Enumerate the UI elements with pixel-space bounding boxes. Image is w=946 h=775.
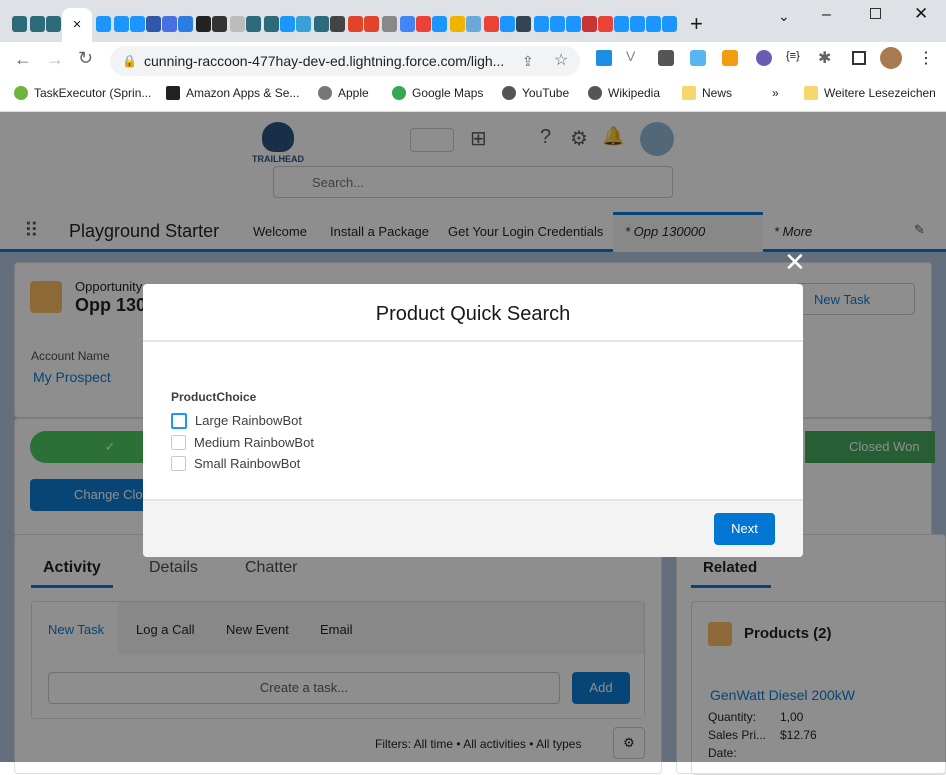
menu-icon[interactable]: ⋮	[918, 48, 934, 68]
bookmark-item[interactable]: YouTube	[502, 86, 569, 100]
close-tab-icon[interactable]: ×	[73, 16, 82, 33]
side-panel-icon[interactable]	[852, 51, 866, 65]
active-tab[interactable]: ×	[62, 8, 92, 42]
lock-icon: 🔒	[122, 54, 137, 68]
extension-icon[interactable]	[690, 50, 706, 66]
url-text: cunning-raccoon-477hay-dev-ed.lightning.…	[144, 53, 505, 69]
bookmark-item[interactable]: Amazon Apps & Se...	[166, 86, 299, 100]
maximize-icon[interactable]	[870, 8, 881, 19]
share-icon[interactable]: ⇪	[522, 46, 534, 76]
option-small-rainbowbot[interactable]: Small RainbowBot	[171, 453, 803, 475]
minimize-icon[interactable]: –	[822, 6, 831, 24]
extension-icon[interactable]	[658, 50, 674, 66]
bookmarks-more[interactable]: »	[772, 86, 779, 100]
bookmark-item[interactable]: Google Maps	[392, 86, 483, 100]
checkbox[interactable]	[171, 412, 187, 429]
extension-icon[interactable]	[722, 50, 738, 66]
modal-body: ProductChoice Large RainbowBot Medium Ra…	[143, 342, 803, 499]
checkbox[interactable]	[171, 434, 186, 450]
profile-avatar[interactable]	[880, 47, 902, 69]
json-extension-icon[interactable]: {≡}	[786, 50, 800, 62]
new-tab-button[interactable]: +	[690, 11, 703, 37]
modal-header: Product Quick Search	[143, 284, 803, 342]
extension-icon[interactable]	[756, 50, 772, 66]
bookmark-folder[interactable]: News	[682, 86, 732, 100]
tab-favicon[interactable]	[46, 16, 61, 32]
tab-favicon[interactable]	[30, 16, 45, 32]
next-button[interactable]: Next	[714, 513, 775, 545]
forward-icon[interactable]: →	[46, 49, 64, 70]
option-medium-rainbowbot[interactable]: Medium RainbowBot	[171, 432, 803, 454]
checkbox[interactable]	[171, 456, 186, 472]
modal-close-icon[interactable]: ✕	[784, 247, 806, 278]
back-icon[interactable]: ←	[14, 49, 32, 70]
address-bar[interactable]: 🔒 cunning-raccoon-477hay-dev-ed.lightnin…	[110, 46, 580, 76]
bookmarks-bar: TaskExecutor (Sprin... Amazon Apps & Se.…	[0, 80, 946, 112]
bookmark-star-icon[interactable]: ☆	[554, 46, 568, 76]
browser-tab-strip: × + ⌄ – ✕	[0, 0, 946, 42]
tab-favicon[interactable]	[12, 16, 27, 32]
extensions-puzzle-icon[interactable]: ✱	[818, 48, 831, 68]
reload-icon[interactable]: ↻	[78, 48, 93, 69]
product-quick-search-modal: Product Quick Search ProductChoice Large…	[143, 284, 803, 557]
modal-footer: Next	[143, 499, 803, 557]
extension-icon[interactable]: V	[626, 48, 635, 64]
tab-search-icon[interactable]: ⌄	[778, 8, 790, 25]
bookmark-item[interactable]: Apple	[318, 86, 369, 100]
bookmark-folder[interactable]: Weitere Lesezeichen	[804, 86, 936, 100]
option-large-rainbowbot[interactable]: Large RainbowBot	[171, 410, 803, 432]
window-close-icon[interactable]: ✕	[914, 4, 928, 24]
bookmark-item[interactable]: TaskExecutor (Sprin...	[14, 86, 151, 100]
bookmark-item[interactable]: Wikipedia	[588, 86, 660, 100]
product-choice-label: ProductChoice	[171, 390, 257, 404]
extension-icon[interactable]	[596, 50, 612, 66]
modal-title: Product Quick Search	[375, 303, 571, 325]
